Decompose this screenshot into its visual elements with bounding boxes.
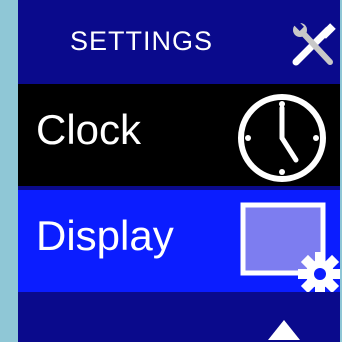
tools-icon — [292, 22, 336, 66]
menu-item-clock[interactable]: Clock — [18, 84, 340, 186]
device-screen: SETTINGS Clock Display — [18, 0, 340, 342]
up-arrow-icon[interactable] — [266, 318, 302, 342]
page-title: SETTINGS — [70, 26, 214, 56]
menu-item-display[interactable]: Display — [18, 190, 340, 292]
clock-icon — [238, 94, 326, 182]
menu-item-label: Display — [36, 212, 174, 259]
menu-item-label: Clock — [36, 106, 142, 153]
display-settings-icon — [240, 202, 340, 292]
scroll-area — [18, 300, 340, 342]
header: SETTINGS — [18, 0, 340, 84]
